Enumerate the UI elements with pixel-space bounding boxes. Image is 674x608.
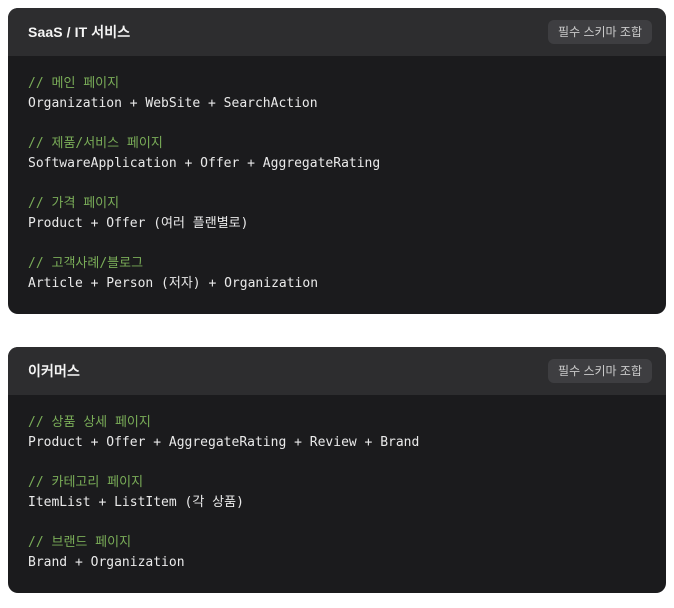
schema-card-saas-it: SaaS / IT 서비스 필수 스키마 조합 // 메인 페이지 Organi… <box>8 8 666 314</box>
code-block: // 상품 상세 페이지 Product + Offer + Aggregate… <box>8 395 666 593</box>
card-title: 이커머스 <box>28 361 80 381</box>
code-line: Product + Offer + AggregateRating + Revi… <box>28 433 646 453</box>
code-line: Article + Person (저자) + Organization <box>28 274 646 294</box>
code-comment-line: // 상품 상세 페이지 <box>28 413 646 433</box>
code-group-brand-page: // 브랜드 페이지 Brand + Organization <box>28 533 646 573</box>
code-group-main-page: // 메인 페이지 Organization + WebSite + Searc… <box>28 74 646 114</box>
code-line: Brand + Organization <box>28 553 646 573</box>
schema-card-ecommerce: 이커머스 필수 스키마 조합 // 상품 상세 페이지 Product + Of… <box>8 347 666 593</box>
required-schema-badge: 필수 스키마 조합 <box>548 359 652 383</box>
code-comment-line: // 고객사례/블로그 <box>28 254 646 274</box>
code-line: Organization + WebSite + SearchAction <box>28 94 646 114</box>
code-comment-line: // 카테고리 페이지 <box>28 473 646 493</box>
code-comment-line: // 가격 페이지 <box>28 194 646 214</box>
code-comment-line: // 제품/서비스 페이지 <box>28 134 646 154</box>
code-group-product-detail-page: // 상품 상세 페이지 Product + Offer + Aggregate… <box>28 413 646 453</box>
code-line: Product + Offer (여러 플랜별로) <box>28 214 646 234</box>
required-schema-badge: 필수 스키마 조합 <box>548 20 652 44</box>
code-block: // 메인 페이지 Organization + WebSite + Searc… <box>8 56 666 314</box>
card-title: SaaS / IT 서비스 <box>28 22 130 42</box>
code-line: SoftwareApplication + Offer + AggregateR… <box>28 154 646 174</box>
card-header: SaaS / IT 서비스 필수 스키마 조합 <box>8 8 666 56</box>
card-header: 이커머스 필수 스키마 조합 <box>8 347 666 395</box>
code-group-product-service-page: // 제품/서비스 페이지 SoftwareApplication + Offe… <box>28 134 646 174</box>
code-group-pricing-page: // 가격 페이지 Product + Offer (여러 플랜별로) <box>28 194 646 234</box>
code-comment-line: // 브랜드 페이지 <box>28 533 646 553</box>
code-line: ItemList + ListItem (각 상품) <box>28 493 646 513</box>
code-group-category-page: // 카테고리 페이지 ItemList + ListItem (각 상품) <box>28 473 646 513</box>
page: SaaS / IT 서비스 필수 스키마 조합 // 메인 페이지 Organi… <box>0 0 674 608</box>
code-comment-line: // 메인 페이지 <box>28 74 646 94</box>
code-group-case-blog-page: // 고객사례/블로그 Article + Person (저자) + Orga… <box>28 254 646 294</box>
